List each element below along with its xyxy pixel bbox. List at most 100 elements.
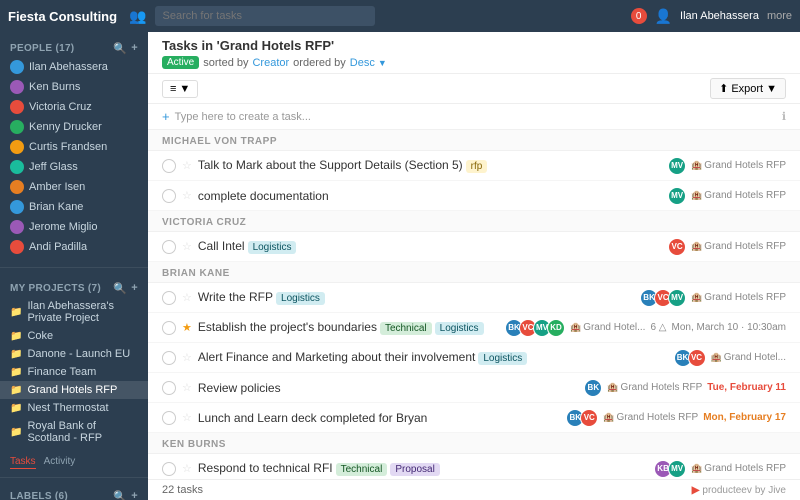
task-tag[interactable]: Technical	[380, 322, 432, 335]
task-name: Call IntelLogistics	[198, 239, 662, 254]
task-checkbox[interactable]	[162, 291, 176, 305]
sidebar-project-item[interactable]: 📁Danone - Launch EU	[0, 345, 148, 363]
task-project-link[interactable]: 🏨Grand Hotels RFP	[603, 412, 698, 423]
sidebar-project-item[interactable]: 📁Grand Hotels RFP	[0, 381, 148, 399]
task-project-link[interactable]: 🏨Grand Hotels RFP	[691, 190, 786, 201]
desc-sort-link[interactable]: Desc ▼	[350, 57, 387, 69]
labels-section: Labels (6) 🔍 + FinanceKickoffLogisticsPr…	[0, 482, 148, 500]
avatar-stack: BKVCMVKD	[505, 319, 565, 337]
project-icon: 🏨	[691, 241, 702, 252]
sidebar-person-item[interactable]: Ken Burns	[0, 77, 148, 97]
sidebar-person-item[interactable]: Ilan Abehassera	[0, 57, 148, 77]
avatar-stack: BKVC	[674, 349, 706, 367]
user-name: Ilan Abehassera	[680, 10, 759, 22]
project-icon: 🏨	[711, 352, 722, 363]
team-icon[interactable]: 👥	[129, 8, 146, 25]
add-task-row[interactable]: + Type here to create a task... ℹ	[148, 104, 800, 130]
sidebar-person-item[interactable]: Victoria Cruz	[0, 97, 148, 117]
task-tag[interactable]: Logistics	[276, 292, 325, 305]
task-tag[interactable]: Proposal	[390, 463, 439, 476]
labels-search-icon[interactable]: 🔍	[113, 490, 127, 500]
task-tag[interactable]: Technical	[336, 463, 388, 476]
task-project-link[interactable]: 🏨Grand Hotels RFP	[607, 382, 702, 393]
comment-count: 6 △	[650, 322, 666, 333]
task-star[interactable]: ☆	[182, 411, 192, 424]
sidebar-person-item[interactable]: Jeff Glass	[0, 157, 148, 177]
user-avatar-icon: 👤	[655, 8, 672, 25]
sidebar-person-item[interactable]: Brian Kane	[0, 197, 148, 217]
toolbar: ≡ ▼ ⬆ Export ▼	[148, 74, 800, 104]
task-checkbox[interactable]	[162, 240, 176, 254]
task-star[interactable]: ☆	[182, 381, 192, 394]
project-icon: 🏨	[691, 292, 702, 303]
sidebar-project-item[interactable]: 📁Finance Team	[0, 363, 148, 381]
sidebar-project-item[interactable]: 📁Coke	[0, 327, 148, 345]
avatar-stack: KBMV	[654, 460, 686, 478]
task-star[interactable]: ☆	[182, 462, 192, 475]
brand-name: Fiesta Consulting	[8, 9, 117, 24]
task-row: ☆ Call IntelLogistics VC 🏨Grand Hotels R…	[148, 232, 800, 262]
filter-button[interactable]: ≡ ▼	[162, 80, 198, 98]
tab-tasks[interactable]: Tasks	[10, 455, 36, 469]
creator-sort-link[interactable]: Creator	[252, 57, 289, 69]
task-tag[interactable]: rfp	[466, 160, 488, 173]
task-name: Respond to technical RFITechnicalProposa…	[198, 461, 648, 476]
task-tag[interactable]: Logistics	[435, 322, 484, 335]
task-date: Mon, March 10 · 10:30am	[672, 322, 787, 333]
search-input[interactable]	[155, 6, 375, 26]
task-checkbox[interactable]	[162, 351, 176, 365]
task-star[interactable]: ☆	[182, 189, 192, 202]
project-icon: 🏨	[691, 463, 702, 474]
task-avatar: BK	[584, 379, 602, 397]
sidebar-person-item[interactable]: Kenny Drucker	[0, 117, 148, 137]
task-project-link[interactable]: 🏨Grand Hotels RFP	[691, 463, 786, 474]
people-search-icon[interactable]: 🔍	[113, 42, 127, 55]
task-tag[interactable]: Logistics	[478, 352, 527, 365]
more-button[interactable]: more	[767, 10, 792, 22]
task-row: ☆ Lunch and Learn deck completed for Bry…	[148, 403, 800, 433]
task-checkbox[interactable]	[162, 321, 176, 335]
task-count: 22 tasks	[162, 484, 203, 496]
projects-header-icons: 🔍 +	[113, 282, 138, 295]
task-checkbox[interactable]	[162, 381, 176, 395]
labels-label: Labels (6)	[10, 491, 68, 500]
task-checkbox[interactable]	[162, 411, 176, 425]
task-project-link[interactable]: 🏨Grand Hotels RFP	[691, 241, 786, 252]
group-header: VICTORIA CRUZ	[148, 211, 800, 232]
sidebar-project-item[interactable]: 📁Ilan Abehassera's Private Project	[0, 297, 148, 327]
task-star[interactable]: ★	[182, 321, 192, 334]
producteev-badge: ▶ producteev by Jive	[692, 485, 786, 496]
task-project-link[interactable]: 🏨Grand Hotel...	[570, 322, 645, 333]
sidebar-project-item[interactable]: 📁Royal Bank of Scotland - RFP	[0, 417, 148, 447]
sidebar-person-item[interactable]: Amber Isen	[0, 177, 148, 197]
avatar-stack: BKVC	[566, 409, 598, 427]
notification-badge[interactable]: 0	[631, 8, 647, 24]
sidebar-person-item[interactable]: Andi Padilla	[0, 237, 148, 257]
task-star[interactable]: ☆	[182, 240, 192, 253]
status-badge: Active	[162, 56, 199, 69]
avatar-stack: MV	[668, 157, 686, 175]
task-star[interactable]: ☆	[182, 351, 192, 364]
task-checkbox[interactable]	[162, 159, 176, 173]
projects-add-icon[interactable]: +	[131, 282, 138, 295]
labels-add-icon[interactable]: +	[131, 490, 138, 500]
sidebar-person-item[interactable]: Jerome Miglio	[0, 217, 148, 237]
task-project-link[interactable]: 🏨Grand Hotels RFP	[691, 160, 786, 171]
export-button[interactable]: ⬆ Export ▼	[710, 78, 786, 99]
task-star[interactable]: ☆	[182, 159, 192, 172]
projects-list: 📁Ilan Abehassera's Private Project📁Coke📁…	[0, 297, 148, 447]
task-row: ☆ Respond to technical RFITechnicalPropo…	[148, 454, 800, 479]
task-row: ☆ Talk to Mark about the Support Details…	[148, 151, 800, 181]
sidebar-person-item[interactable]: Curtis Frandsen	[0, 137, 148, 157]
task-star[interactable]: ☆	[182, 291, 192, 304]
tab-activity[interactable]: Activity	[44, 455, 76, 469]
producteev-logo: ▶	[692, 485, 700, 496]
task-checkbox[interactable]	[162, 462, 176, 476]
task-tag[interactable]: Logistics	[248, 241, 297, 254]
task-project-link[interactable]: 🏨Grand Hotels RFP	[691, 292, 786, 303]
sidebar-project-item[interactable]: 📁Nest Thermostat	[0, 399, 148, 417]
task-checkbox[interactable]	[162, 189, 176, 203]
people-add-icon[interactable]: +	[131, 42, 138, 55]
projects-search-icon[interactable]: 🔍	[113, 282, 127, 295]
task-project-link[interactable]: 🏨Grand Hotel...	[711, 352, 786, 363]
